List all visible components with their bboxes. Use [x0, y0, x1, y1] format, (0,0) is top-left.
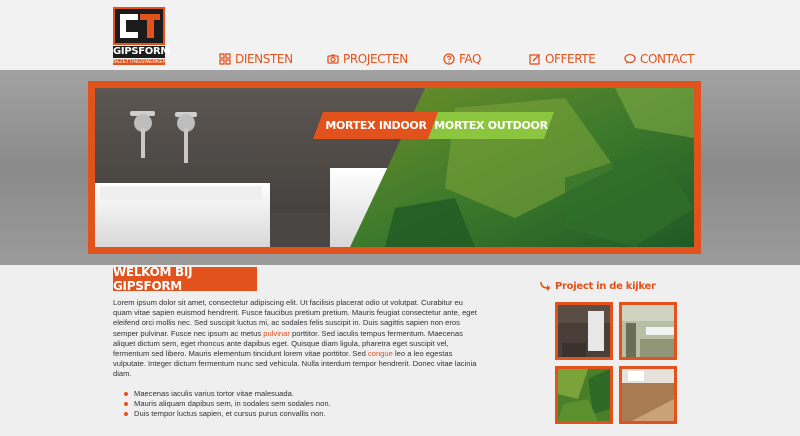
- nav-label: CONTACT: [640, 52, 695, 66]
- nav-label: PROJECTEN: [343, 52, 408, 66]
- thumbnail-image: [622, 369, 674, 421]
- logo-subtitle: BEZETTINGSWERKEN: [113, 59, 165, 65]
- project-section-title: Project in de kijker: [540, 279, 656, 293]
- pulvinar-link[interactable]: pulvinar: [263, 329, 290, 338]
- nav-item-diensten[interactable]: DIENSTEN: [219, 50, 293, 68]
- thumbnail-image: [622, 305, 674, 357]
- list-item: Maecenas iaculis varius tortor vitae mal…: [124, 389, 484, 399]
- hero-slider: MORTEX INDOOR MORTEX OUTDOOR: [88, 81, 701, 254]
- site-header: GIPSFORM BEZETTINGSWERKEN DIENSTEN PROJE…: [0, 0, 800, 70]
- intro-paragraph: Lorem ipsum dolor sit amet, consectetur …: [113, 298, 483, 380]
- list-item: Mauris aliquam dapibus sem, in sodales s…: [124, 399, 484, 409]
- nav-item-offerte[interactable]: OFFERTE: [529, 50, 596, 68]
- congue-link[interactable]: congue: [368, 349, 393, 358]
- project-thumbnail-1[interactable]: [555, 302, 613, 360]
- thumbnail-image: [558, 369, 610, 421]
- curved-arrow-icon: [540, 280, 552, 292]
- list-item: Duis tempor luctus sapien, et cursus pur…: [124, 409, 484, 419]
- nav-label: OFFERTE: [545, 52, 596, 66]
- hero-banner: MORTEX INDOOR MORTEX OUTDOOR: [0, 70, 800, 265]
- nav-item-projecten[interactable]: PROJECTEN: [327, 50, 408, 68]
- thumbnail-image: [558, 305, 610, 357]
- grid-icon: [219, 53, 231, 65]
- hero-image: [95, 88, 694, 247]
- project-thumbnail-2[interactable]: [619, 302, 677, 360]
- question-icon: [443, 53, 455, 65]
- logo-name: GIPSFORM: [113, 46, 171, 58]
- project-thumbnail-4[interactable]: [619, 366, 677, 424]
- project-thumbnail-3[interactable]: [555, 366, 613, 424]
- feature-list: Maecenas iaculis varius tortor vitae mal…: [124, 389, 484, 419]
- mortex-indoor-button[interactable]: MORTEX INDOOR: [313, 112, 439, 139]
- nav-label: DIENSTEN: [235, 52, 293, 66]
- welcome-heading: WELKOM BIJ GIPSFORM: [113, 265, 257, 293]
- project-title: Project in de kijker: [555, 280, 656, 292]
- mortex-outdoor-button[interactable]: MORTEX OUTDOOR: [428, 112, 554, 139]
- nav-label: FAQ: [459, 52, 482, 66]
- edit-icon: [529, 53, 541, 65]
- logo-mark-icon: [113, 7, 165, 45]
- gipsform-logo[interactable]: GIPSFORM BEZETTINGSWERKEN: [113, 7, 171, 65]
- nav-item-contact[interactable]: CONTACT: [624, 50, 695, 68]
- chat-icon: [624, 53, 636, 65]
- nav-item-faq[interactable]: FAQ: [443, 50, 481, 68]
- camera-icon: [327, 53, 339, 65]
